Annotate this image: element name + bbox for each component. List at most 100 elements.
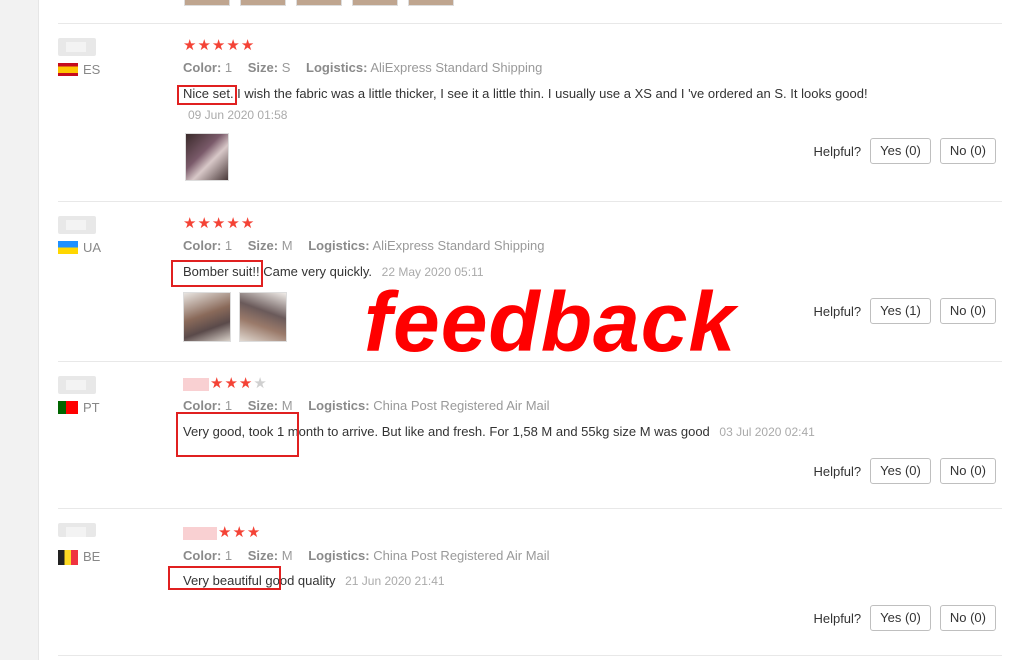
helpful-label: Helpful? bbox=[813, 610, 862, 626]
helpful-section: Helpful? Yes (1) No (0) bbox=[813, 298, 996, 324]
order-info: Color: 1 Size: M Logistics: China Post R… bbox=[183, 548, 562, 563]
star-rating: ★★★ bbox=[183, 525, 261, 541]
review-date: 09 Jun 2020 01:58 bbox=[188, 108, 288, 122]
star-icon: ★ bbox=[183, 37, 198, 54]
helpful-label: Helpful? bbox=[813, 303, 862, 319]
review-text: Nice set. I wish the fabric was a little… bbox=[183, 86, 868, 101]
star-rating: ★★★★ bbox=[183, 376, 268, 392]
review-photo[interactable] bbox=[296, 0, 342, 6]
review-text: Bomber suit!! Came very quickly. bbox=[183, 264, 373, 279]
helpful-yes-button[interactable]: Yes (0) bbox=[870, 138, 931, 164]
review-date: 03 Jul 2020 02:41 bbox=[719, 425, 815, 439]
avatar bbox=[58, 216, 96, 234]
review-text: Very beautiful good quality bbox=[183, 573, 336, 588]
logistics-value: China Post Registered Air Mail bbox=[373, 548, 550, 563]
reviewer-country: UA bbox=[83, 240, 102, 255]
logistics-label: Logistics: bbox=[306, 60, 368, 75]
logistics-label: Logistics: bbox=[308, 548, 370, 563]
helpful-yes-button[interactable]: Yes (1) bbox=[870, 298, 931, 324]
logistics-label: Logistics: bbox=[308, 398, 370, 413]
helpful-section: Helpful? Yes (0) No (0) bbox=[813, 138, 996, 164]
review-photo[interactable] bbox=[239, 292, 288, 342]
star-icon: ★ bbox=[246, 524, 262, 541]
reviewer-country: ES bbox=[83, 62, 101, 77]
order-info: Color: 1 Size: M Logistics: AliExpress S… bbox=[183, 238, 557, 253]
size-value: M bbox=[281, 398, 293, 413]
flag-ua-icon bbox=[58, 241, 78, 254]
flag-pt-icon bbox=[58, 401, 78, 414]
star-icon: ★ bbox=[226, 215, 241, 232]
star-icon: ★ bbox=[218, 524, 233, 541]
helpful-no-button[interactable]: No (0) bbox=[939, 138, 996, 164]
reviewer-country: PT bbox=[83, 400, 100, 415]
review-photo[interactable] bbox=[185, 133, 229, 181]
color-label: Color: bbox=[183, 60, 222, 75]
review-photos bbox=[183, 292, 291, 347]
avatar bbox=[58, 523, 96, 537]
helpful-no-button[interactable]: No (0) bbox=[939, 298, 996, 324]
review-text-row: Very good, took 1 month to arrive. But l… bbox=[183, 424, 815, 439]
flag-es-icon bbox=[58, 63, 78, 76]
size-label: Size: bbox=[247, 238, 279, 253]
star-icon: ★ bbox=[183, 215, 198, 232]
helpful-label: Helpful? bbox=[813, 143, 862, 159]
divider bbox=[58, 23, 1002, 24]
review-photos bbox=[185, 133, 233, 186]
color-value: 1 bbox=[224, 548, 233, 563]
logistics-value: AliExpress Standard Shipping bbox=[370, 60, 543, 75]
star-icon: ★ bbox=[238, 375, 254, 392]
flag-be-icon bbox=[58, 550, 78, 565]
logistics-value: China Post Registered Air Mail bbox=[373, 398, 550, 413]
order-info: Color: 1 Size: M Logistics: China Post R… bbox=[183, 398, 562, 413]
review-photo[interactable] bbox=[408, 0, 454, 6]
review-photo[interactable] bbox=[183, 292, 231, 342]
color-value: 1 bbox=[224, 60, 233, 75]
color-label: Color: bbox=[183, 548, 222, 563]
review-photo[interactable] bbox=[240, 0, 286, 6]
star-icon: ★ bbox=[224, 375, 239, 392]
helpful-yes-button[interactable]: Yes (0) bbox=[870, 458, 931, 484]
helpful-label: Helpful? bbox=[813, 463, 862, 479]
review-photo[interactable] bbox=[184, 0, 230, 6]
helpful-no-button[interactable]: No (0) bbox=[939, 605, 996, 631]
star-icon: ★ bbox=[211, 37, 227, 54]
star-icon: ★ bbox=[226, 37, 241, 54]
review-photo[interactable] bbox=[352, 0, 398, 6]
star-empty-icon: ★ bbox=[253, 375, 268, 392]
star-rating: ★★★★★ bbox=[183, 38, 255, 54]
helpful-section: Helpful? Yes (0) No (0) bbox=[813, 605, 996, 631]
size-value: S bbox=[281, 60, 291, 75]
helpful-no-button[interactable]: No (0) bbox=[939, 458, 996, 484]
size-value: M bbox=[281, 238, 293, 253]
star-icon: ★ bbox=[210, 375, 225, 392]
star-icon: ★ bbox=[211, 215, 227, 232]
review-item: BE ★★★ Color: 1 Size: M Logistics: China… bbox=[58, 523, 1002, 656]
order-info: Color: 1 Size: S Logistics: AliExpress S… bbox=[183, 60, 554, 75]
left-sidebar-strip bbox=[0, 0, 39, 660]
star-icon: ★ bbox=[197, 215, 212, 232]
review-text-row: Very beautiful good quality 21 Jun 2020 … bbox=[183, 573, 445, 588]
rating-blur bbox=[183, 377, 209, 391]
color-value: 1 bbox=[224, 238, 233, 253]
helpful-section: Helpful? Yes (0) No (0) bbox=[813, 458, 996, 484]
size-label: Size: bbox=[247, 548, 279, 563]
avatar bbox=[58, 38, 96, 56]
star-icon: ★ bbox=[240, 37, 256, 54]
review-item: ES ★★★★★ Color: 1 Size: S Logistics: Ali… bbox=[58, 38, 1002, 202]
star-rating: ★★★★★ bbox=[183, 216, 255, 232]
helpful-yes-button[interactable]: Yes (0) bbox=[870, 605, 931, 631]
review-item: PT ★★★★ Color: 1 Size: M Logistics: Chin… bbox=[58, 376, 1002, 509]
review-date: 21 Jun 2020 21:41 bbox=[345, 574, 445, 588]
color-label: Color: bbox=[183, 398, 222, 413]
logistics-label: Logistics: bbox=[308, 238, 370, 253]
size-label: Size: bbox=[247, 398, 279, 413]
avatar bbox=[58, 376, 96, 394]
logistics-value: AliExpress Standard Shipping bbox=[372, 238, 545, 253]
review-text: Very good, took 1 month to arrive. But l… bbox=[183, 424, 710, 439]
feedback-overlay-text: feedback bbox=[364, 275, 737, 369]
star-icon: ★ bbox=[232, 524, 247, 541]
size-label: Size: bbox=[247, 60, 279, 75]
star-icon: ★ bbox=[197, 37, 212, 54]
reviewer-country: BE bbox=[83, 549, 101, 564]
size-value: M bbox=[281, 548, 293, 563]
